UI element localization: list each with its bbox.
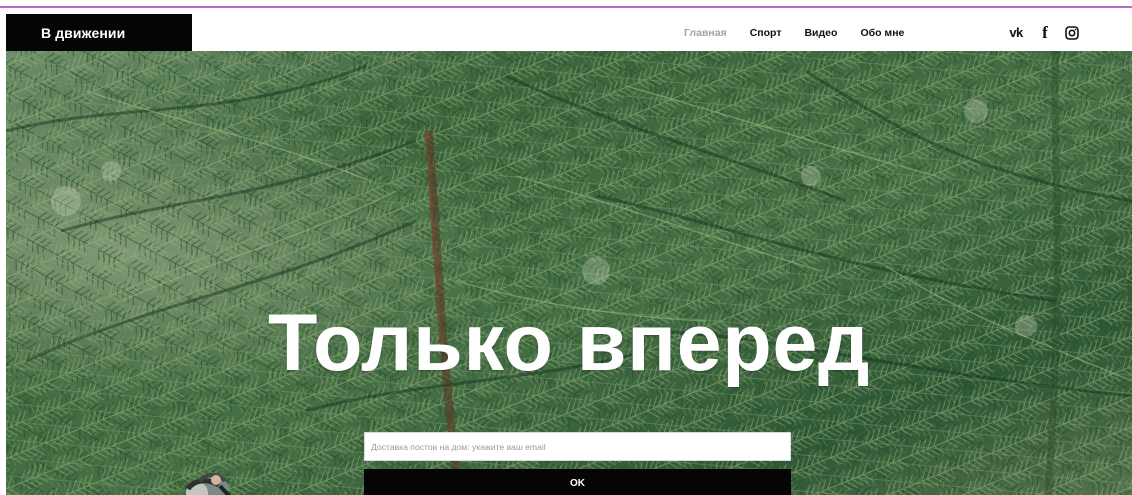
social-links: vk f: [1006, 14, 1080, 51]
site-logo[interactable]: В движении: [6, 14, 192, 51]
email-subscription-input[interactable]: [364, 432, 791, 461]
instagram-glyph: [1065, 25, 1079, 40]
site-logo-text: В движении: [41, 24, 126, 41]
nav-item-about[interactable]: Обо мне: [860, 27, 904, 39]
nav-item-video[interactable]: Видео: [804, 27, 837, 39]
vk-icon[interactable]: vk: [1006, 24, 1026, 42]
nav-item-sport[interactable]: Спорт: [750, 27, 782, 39]
top-accent-line: [0, 0, 1132, 14]
subscribe-ok-button[interactable]: OK: [364, 469, 791, 495]
cyclist-image: [185, 473, 231, 495]
site-header: В движении Главная Спорт Видео Обо мне v…: [0, 14, 1132, 51]
main-navigation: Главная Спорт Видео Обо мне: [684, 14, 904, 51]
webpage: В движении Главная Спорт Видео Обо мне v…: [0, 0, 1132, 495]
facebook-icon[interactable]: f: [1039, 22, 1051, 42]
nav-item-home[interactable]: Главная: [684, 27, 727, 39]
instagram-icon[interactable]: [1064, 24, 1080, 42]
vk-icon-label: vk: [1009, 25, 1023, 40]
forest-background-image: [6, 51, 1132, 495]
facebook-icon-label: f: [1042, 22, 1048, 42]
hero-banner: Только вперед OK: [6, 51, 1132, 495]
hero-title: Только вперед: [267, 298, 871, 388]
